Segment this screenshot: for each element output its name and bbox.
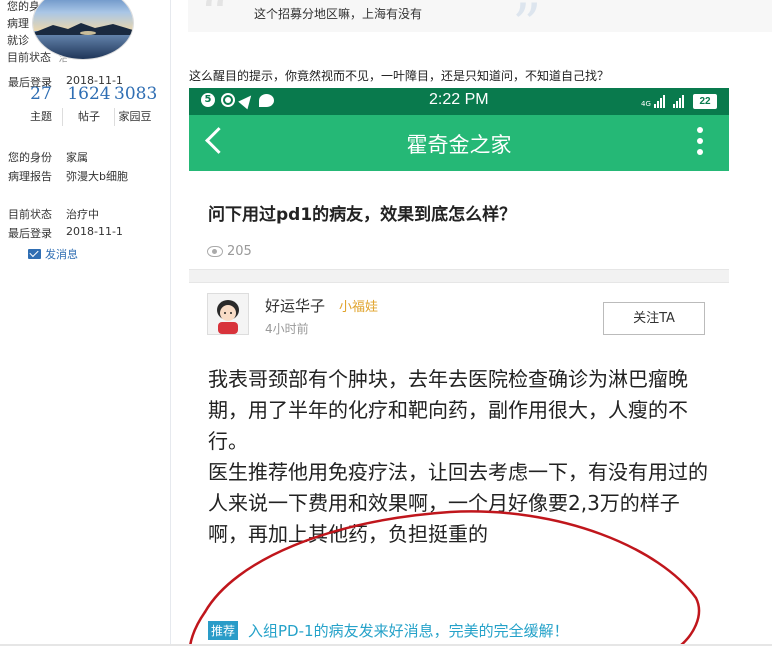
follow-button[interactable]: 关注TA xyxy=(603,302,705,335)
stat-posts-count: 1624 xyxy=(67,84,111,104)
identity-row: 您的身份 家属 xyxy=(8,149,88,165)
eye-icon xyxy=(207,246,223,257)
avatar-landscape-image xyxy=(33,0,133,59)
post-time: 4小时前 xyxy=(265,322,309,336)
recommend-link[interactable]: 推荐 入组PD-1的病友发来好消息，完美的完全缓解！ xyxy=(208,620,569,641)
recommend-tag: 推荐 xyxy=(208,621,239,640)
view-count-value: 205 xyxy=(227,244,252,259)
post-content: 我表哥颈部有个肿块，去年去医院检查确诊为淋巴瘤晚期，用了半年的化疗和靶向药，副作… xyxy=(208,364,718,550)
content-paragraph: 我表哥颈部有个肿块，去年去医院检查确诊为淋巴瘤晚期，用了半年的化疗和靶向药，副作… xyxy=(208,367,688,453)
recommend-text: 入组PD-1的病友发来好消息，完美的完全缓解！ xyxy=(248,622,569,640)
navigation-arrow-icon xyxy=(238,91,256,109)
stat-beans[interactable]: 3083 家园豆 xyxy=(114,84,158,124)
signal-icon: 4G xyxy=(641,95,684,108)
user-sidebar: 您的身 病理 就诊 目前状态 治疗中 xyxy=(0,0,171,646)
pathology-value: 弥漫大b细胞 xyxy=(66,170,128,183)
identity-value: 家属 xyxy=(66,151,88,164)
author-name[interactable]: 好运华子 xyxy=(265,295,325,316)
stat-divider xyxy=(62,108,63,126)
status-row: 目前状态 治疗中 xyxy=(8,206,99,222)
stat-topics-count: 27 xyxy=(30,84,52,104)
content-paragraph: 医生推荐他用免疫疗法，让回去考虑一下，有没有用过的人来说一下费用和效果啊，一个月… xyxy=(208,460,708,546)
section-divider xyxy=(189,269,729,283)
app-bar: 霍奇金之家 xyxy=(189,115,729,171)
status-label: 目前状态 xyxy=(8,208,52,221)
embedded-phone-screenshot: 5 2:22 PM 4G 22 霍奇金之家 问下用过pd1的病友，效果到底怎么样… xyxy=(189,88,729,646)
stat-posts-label: 帖子 xyxy=(78,110,100,123)
status-value: 治疗中 xyxy=(66,208,99,221)
quote-text: 这个招募分地区嘛，上海有没有 xyxy=(254,7,423,21)
stat-beans-count: 3083 xyxy=(114,84,158,104)
identity-label: 您的身份 xyxy=(8,151,52,164)
view-count: 205 xyxy=(207,244,252,259)
stat-topics[interactable]: 27 主题 xyxy=(26,84,56,124)
author-avatar[interactable] xyxy=(207,293,249,335)
quote-open-mark: “ xyxy=(200,0,230,49)
notification-count-icon: 5 xyxy=(201,93,215,107)
stat-posts[interactable]: 1624 帖子 xyxy=(66,84,112,124)
stat-beans-label: 家园豆 xyxy=(118,110,152,123)
author-level-badge: 小福娃 xyxy=(339,300,379,315)
mail-icon xyxy=(28,249,41,259)
partial-status-label: 目前状态 xyxy=(7,51,51,64)
send-message-link[interactable]: 发消息 xyxy=(28,246,78,262)
app-title: 霍奇金之家 xyxy=(406,133,512,157)
status-time: 2:22 PM xyxy=(429,91,489,108)
network-type: 4G xyxy=(641,100,651,108)
pathology-row: 病理报告 弥漫大b细胞 xyxy=(8,168,128,184)
record-icon xyxy=(221,93,235,107)
chat-bubble-icon xyxy=(259,93,274,107)
status-icons: 5 xyxy=(201,91,274,109)
last-login-label: 最后登录 xyxy=(8,227,52,240)
last-login-row: 最后登录 2018-11-1 xyxy=(8,225,123,241)
phone-status-bar: 5 2:22 PM 4G 22 xyxy=(189,88,729,115)
pathology-label: 病理报告 xyxy=(8,170,52,183)
send-message-label: 发消息 xyxy=(45,248,78,261)
stat-topics-label: 主题 xyxy=(30,110,52,123)
battery-icon: 22 xyxy=(693,94,717,109)
last-login-value: 2018-11-1 xyxy=(66,225,123,238)
post-title: 问下用过pd1的病友，效果到底怎么样？ xyxy=(208,205,517,225)
quote-close-mark: ” xyxy=(512,0,542,59)
author-avatar-image xyxy=(208,294,248,334)
reply-remark: 这么醒目的提示，你竟然视而不见，一叶障目，还是只知道问，不知道自己找？ xyxy=(189,69,610,83)
more-options-icon[interactable] xyxy=(697,127,703,160)
